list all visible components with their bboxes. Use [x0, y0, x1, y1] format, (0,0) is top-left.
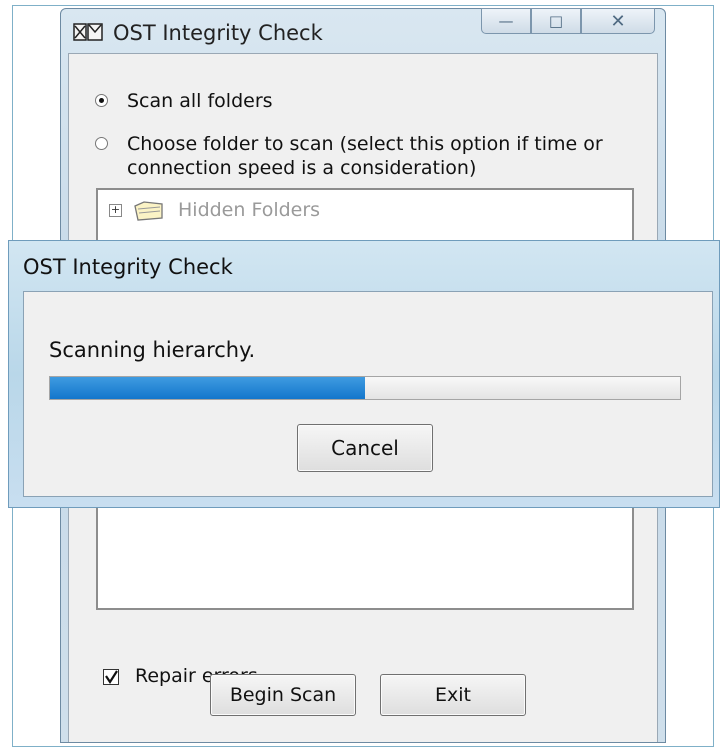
begin-scan-button[interactable]: Begin Scan	[210, 674, 356, 716]
scan-all-label: Scan all folders	[127, 90, 273, 112]
tree-item-label: Hidden Folders	[178, 199, 321, 221]
scan-all-radio[interactable]	[95, 94, 108, 107]
progress-fill	[50, 377, 365, 399]
app-icon	[73, 23, 103, 41]
exit-label: Exit	[435, 684, 471, 706]
main-titlebar[interactable]: OST Integrity Check — □ ✕	[61, 8, 665, 51]
progress-dialog: OST Integrity Check Scanning hierarchy. …	[8, 240, 720, 508]
choose-folder-label: Choose folder to scan (select this optio…	[127, 132, 603, 180]
choose-folder-label-line2: connection speed is a consideration)	[127, 157, 477, 179]
progress-dialog-client: Scanning hierarchy. Cancel	[23, 291, 713, 497]
checkmark-icon	[105, 670, 118, 685]
maximize-icon: □	[548, 12, 564, 30]
minimize-icon: —	[498, 12, 514, 30]
cancel-label: Cancel	[331, 436, 399, 460]
minimize-button[interactable]: —	[481, 8, 531, 34]
progress-bar	[49, 376, 681, 400]
repair-errors-checkbox[interactable]	[103, 669, 119, 685]
progress-dialog-title: OST Integrity Check	[23, 255, 233, 279]
close-icon: ✕	[610, 10, 626, 32]
begin-scan-label: Begin Scan	[229, 684, 337, 706]
window-controls: — □ ✕	[481, 8, 655, 34]
status-text: Scanning hierarchy.	[49, 338, 256, 362]
folder-icon	[134, 201, 163, 221]
cancel-button[interactable]: Cancel	[297, 424, 433, 472]
maximize-button[interactable]: □	[531, 8, 581, 34]
choose-folder-radio[interactable]	[95, 137, 108, 150]
close-button[interactable]: ✕	[581, 8, 655, 34]
expand-icon[interactable]: +	[109, 204, 122, 217]
choose-folder-label-line1: Choose folder to scan (select this optio…	[127, 133, 603, 155]
main-window-title: OST Integrity Check	[113, 21, 323, 45]
exit-button[interactable]: Exit	[380, 674, 526, 716]
